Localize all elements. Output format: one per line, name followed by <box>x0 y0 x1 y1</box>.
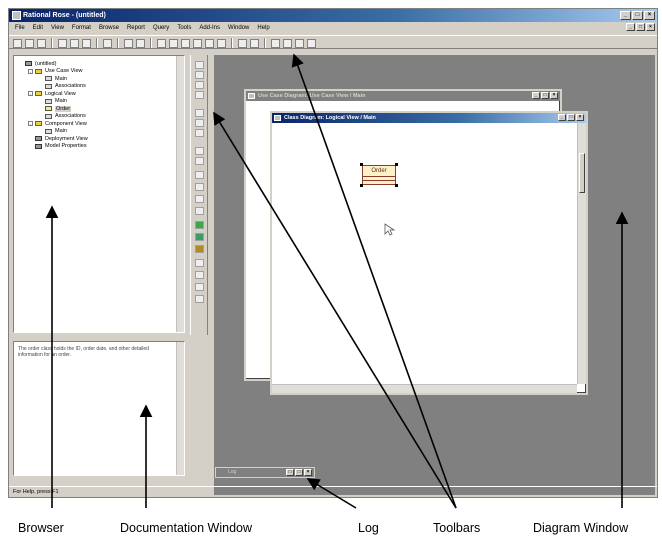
caption-log: Log <box>358 521 379 535</box>
caption-diagram-window: Diagram Window <box>533 521 629 535</box>
caption-toolbars: Toolbars <box>433 521 481 535</box>
caption-documentation-window: Documentation Window <box>120 521 253 535</box>
toolbars-arrow-side <box>213 111 457 509</box>
callout-arrows <box>45 53 629 509</box>
log-arrow <box>306 478 357 509</box>
toolbars-arrow-top <box>291 53 457 509</box>
figure: Rational Rose - (untitled) _ □ × File Edi… <box>0 0 662 544</box>
caption-browser: Browser <box>18 521 64 535</box>
